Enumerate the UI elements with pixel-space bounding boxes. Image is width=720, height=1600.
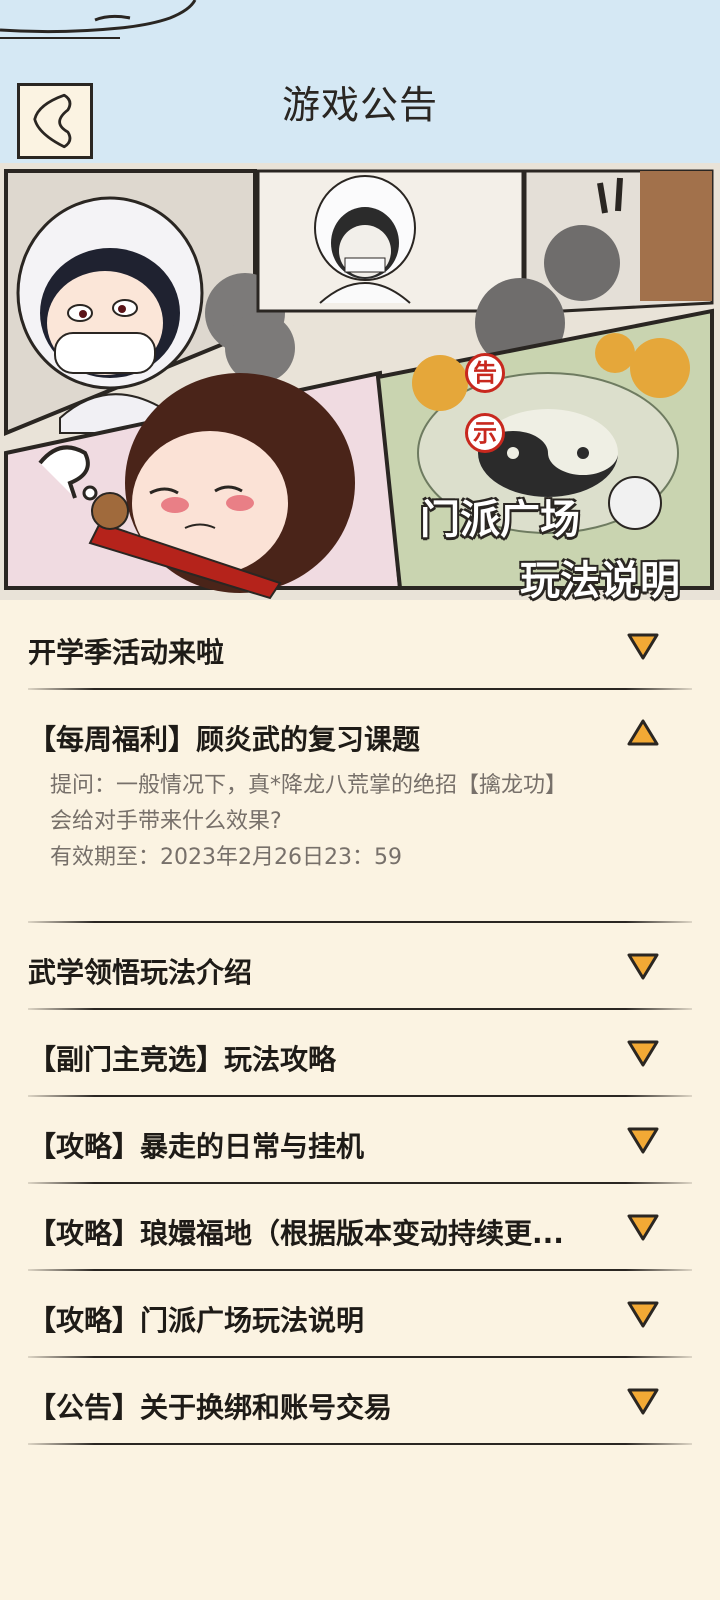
announcement-item-expanded[interactable]: 【每周福利】顾炎武的复习课题 提问：一般情况下，真*降龙八荒掌的绝招【擒龙功】 … [0, 690, 720, 923]
row-divider [28, 1443, 692, 1445]
announcement-item[interactable]: 【攻略】门派广场玩法说明 [0, 1271, 720, 1358]
notice-stamp-1: 告 [465, 353, 505, 393]
content-line: 会给对手带来什么效果? [50, 809, 282, 834]
triangle-down-icon [627, 1301, 659, 1328]
banner-illustration [0, 163, 720, 600]
triangle-up-icon [627, 719, 659, 746]
banner-caption-line1: 门派广场 [420, 497, 580, 543]
announcement-item[interactable]: 开学季活动来啦 [0, 603, 720, 690]
announcement-banner[interactable]: 告 示 任务 [0, 163, 720, 600]
announcement-title: 【攻略】琅嬛福地（根据版本变动持续更... [28, 1217, 564, 1250]
content-line: 提问：一般情况下，真*降龙八荒掌的绝招【擒龙功】 [50, 773, 568, 798]
announcement-item[interactable]: 【公告】关于换绑和账号交易 [0, 1358, 720, 1445]
triangle-down-icon [627, 633, 659, 660]
announcement-content: 提问：一般情况下，真*降龙八荒掌的绝招【擒龙功】 会给对手带来什么效果? 有效期… [50, 768, 670, 876]
announcement-title: 【副门主竞选】玩法攻略 [28, 1043, 337, 1076]
triangle-down-icon [627, 953, 659, 980]
triangle-down-icon [627, 1127, 659, 1154]
announcement-title: 【攻略】暴走的日常与挂机 [28, 1130, 365, 1163]
banner-caption-line2: 玩法说明 [520, 558, 680, 604]
notice-stamp-2: 示 [465, 413, 505, 453]
announcement-title: 武学领悟玩法介绍 [28, 956, 253, 989]
announcement-item[interactable]: 【副门主竞选】玩法攻略 [0, 1010, 720, 1097]
top-bar: 游戏公告 [0, 0, 720, 163]
announcement-list: 开学季活动来啦 【每周福利】顾炎武的复习课题 提问：一般情况下，真*降龙八荒掌的… [0, 603, 720, 1445]
announcement-title: 【公告】关于换绑和账号交易 [28, 1391, 393, 1424]
announcement-title: 【攻略】门派广场玩法说明 [28, 1304, 365, 1337]
triangle-down-icon [627, 1214, 659, 1241]
announcement-title: 开学季活动来啦 [28, 636, 225, 669]
cloud-decoration-icon [0, 0, 197, 39]
announcement-item[interactable]: 【攻略】琅嬛福地（根据版本变动持续更... [0, 1184, 720, 1271]
announcement-item[interactable]: 武学领悟玩法介绍 [0, 923, 720, 1010]
triangle-down-icon [627, 1388, 659, 1415]
triangle-down-icon [627, 1040, 659, 1067]
announcement-title: 【每周福利】顾炎武的复习课题 [28, 723, 421, 756]
expiry-date: 有效期至：2023年2月26日23：59 [50, 845, 402, 870]
page-title: 游戏公告 [281, 83, 438, 127]
announcement-item[interactable]: 【攻略】暴走的日常与挂机 [0, 1097, 720, 1184]
